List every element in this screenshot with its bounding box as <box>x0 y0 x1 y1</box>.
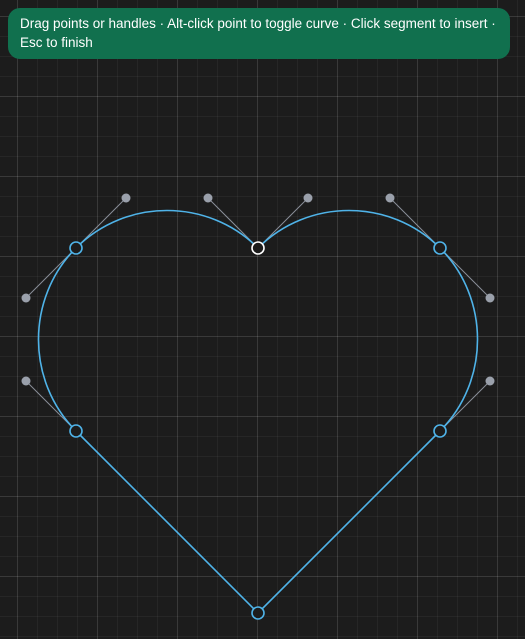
anchor-point-right-lower[interactable] <box>433 424 447 438</box>
hint-banner: Drag points or handles · Alt-click point… <box>8 8 510 59</box>
anchor-points <box>69 241 447 620</box>
heart-path[interactable] <box>37 209 479 615</box>
handle-right-upper-in[interactable] <box>385 193 395 203</box>
handle-left-lower-out[interactable] <box>21 376 31 386</box>
handle-top-center-in[interactable] <box>203 193 213 203</box>
handle-lines <box>25 197 491 432</box>
handle-top-center-out[interactable] <box>303 193 313 203</box>
anchor-point-bottom[interactable] <box>251 606 265 620</box>
handle-left-upper-out[interactable] <box>121 193 131 203</box>
handle-left-upper-in[interactable] <box>21 293 31 303</box>
control-handles <box>21 193 495 386</box>
anchor-point-top-center[interactable] <box>251 241 265 255</box>
anchor-point-right-upper[interactable] <box>433 241 447 255</box>
handle-right-upper-out[interactable] <box>485 293 495 303</box>
handle-right-lower-in[interactable] <box>485 376 495 386</box>
path-editor[interactable] <box>0 0 525 639</box>
anchor-point-left-lower[interactable] <box>69 424 83 438</box>
anchor-point-left-upper[interactable] <box>69 241 83 255</box>
